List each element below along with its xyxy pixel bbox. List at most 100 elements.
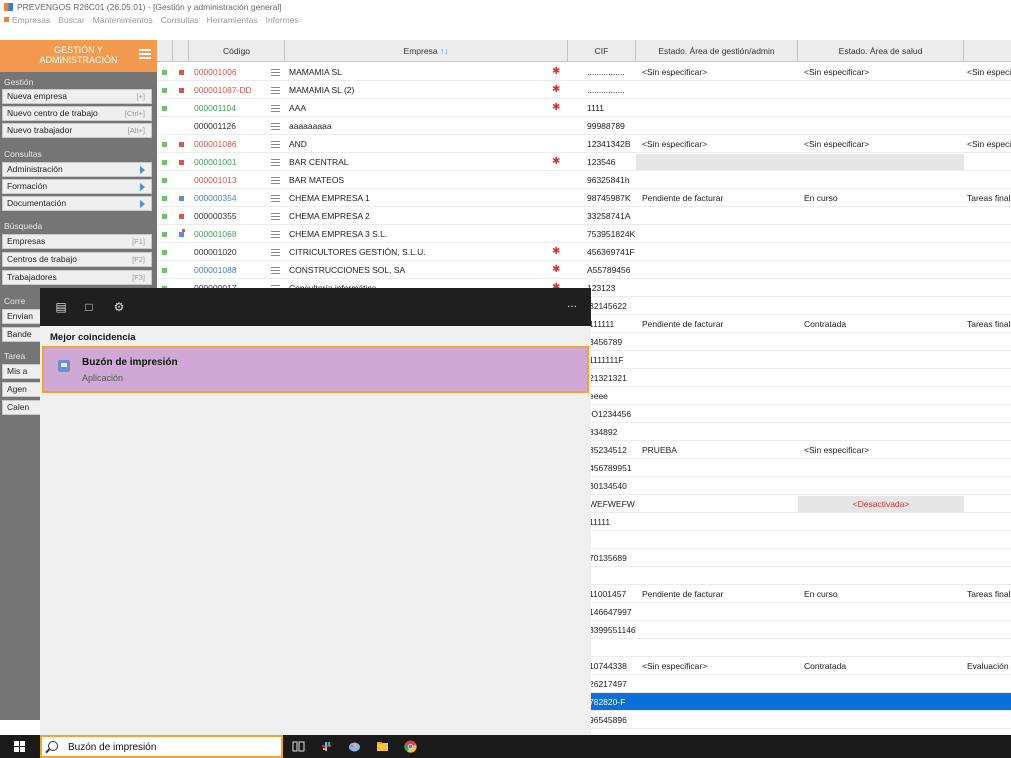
row-select-marker[interactable] <box>162 142 167 147</box>
trabajadores-search-button[interactable]: Trabajadores [F3] <box>2 270 152 285</box>
chrome-icon[interactable] <box>404 740 417 753</box>
documentacion-button[interactable]: Documentación <box>2 196 152 211</box>
row-cif: 70135689 <box>589 553 627 563</box>
table-row[interactable]: 000001086 AND 12341342B <Sin especificar> <S… <box>157 135 1011 153</box>
table-row[interactable]: 000001020 CITRICULTORES GESTIÓN, S.L.U. ✱ 4… <box>157 243 1011 261</box>
row-cif: 32145622 <box>589 301 627 311</box>
menu-herramientas[interactable]: Herramientas <box>207 15 258 25</box>
row-status-marker <box>179 160 184 165</box>
row-select-marker[interactable] <box>162 196 167 201</box>
nuevo-trabajador-button[interactable]: Nuevo trabajador [Alt+] <box>2 123 152 138</box>
row-select-marker[interactable] <box>162 268 167 273</box>
required-asterisk-icon: ✱ <box>552 246 561 257</box>
menu-mantenimientos[interactable]: Mantenimientos <box>93 15 153 25</box>
window-title-bar: PREVENGOS R26C01 (26.05.01) - [Gestión y… <box>0 0 1011 14</box>
best-match-result[interactable]: Buzón de impresión Aplicación <box>42 346 589 393</box>
hamburger-menu-icon[interactable] <box>139 49 151 61</box>
formacion-label: Formación <box>7 181 48 191</box>
expand-arrow-icon <box>140 166 145 174</box>
header-codigo[interactable]: Código <box>189 40 285 62</box>
row-cif: 11111 <box>589 517 611 527</box>
result-title: Buzón de impresión <box>82 357 178 368</box>
centros-search-button[interactable]: Centros de trabajo [F2] <box>2 252 152 267</box>
header-empresa[interactable]: Empresa ↑↓ <box>285 40 568 62</box>
documents-filter-icon[interactable]: □ <box>82 300 96 314</box>
expand-arrow-icon <box>140 200 145 208</box>
row-select-marker[interactable] <box>162 232 167 237</box>
nuevo-centro-button[interactable]: Nuevo centro de trabajo [Ctrl+] <box>2 106 152 121</box>
table-row[interactable]: 000001088 CONSTRUCCIONES SOL, SA ✱ A5578945… <box>157 261 1011 279</box>
header-estado-salud[interactable]: Estado. Área de salud <box>798 40 964 62</box>
row-cif <box>589 639 637 657</box>
header-estado-gestion[interactable]: Estado. Área de gestión/admin <box>636 40 798 62</box>
task-view-icon[interactable] <box>292 740 305 753</box>
row-select-marker[interactable] <box>162 106 167 111</box>
list-icon <box>271 123 280 132</box>
formacion-button[interactable]: Formación <box>2 179 152 194</box>
table-row[interactable]: 000001001 BAR CENTRAL ✱ 123546 <box>157 153 1011 171</box>
row-status-marker <box>179 70 184 75</box>
apps-filter-icon[interactable]: ▤ <box>54 300 68 314</box>
row-company: BAR CENTRAL <box>289 157 349 167</box>
windows-start-icon[interactable] <box>14 741 25 752</box>
slack-icon[interactable] <box>320 740 333 753</box>
row-estado-extra: Tareas finali <box>967 319 1011 329</box>
administracion-label: Administración <box>7 164 63 174</box>
row-cif: 1111 <box>587 103 605 113</box>
taskbar-search-box[interactable] <box>40 735 283 758</box>
row-company: CONSTRUCCIONES SOL, SA <box>289 265 406 275</box>
nueva-empresa-button[interactable]: Nueva empresa [+] <box>2 89 152 104</box>
row-cif: 35234512 <box>589 445 627 455</box>
empresas-label: Empresas <box>7 236 46 246</box>
empresas-search-button[interactable]: Empresas [F1] <box>2 234 152 249</box>
row-cif <box>589 567 637 585</box>
file-explorer-icon[interactable] <box>376 740 389 753</box>
row-company: AND <box>289 139 307 149</box>
taskbar-search-input[interactable] <box>68 739 278 755</box>
row-estado-gestion: Pendiente de facturar <box>642 193 724 203</box>
table-row[interactable]: 000001013 BAR MATEOS 96325841h <box>157 171 1011 189</box>
table-row[interactable]: 000000355 CHEMA EMPRESA 2 33258741A <box>157 207 1011 225</box>
header-extra[interactable] <box>964 40 1011 62</box>
row-estado-salud: <Sin especificar> <box>804 139 870 149</box>
row-select-marker[interactable] <box>162 88 167 93</box>
header-cif[interactable]: CIF <box>568 40 636 62</box>
sidebar-header-title: GESTIÓN Y ADMINISTRACIÓN <box>39 45 118 65</box>
list-icon <box>271 141 280 150</box>
best-match-label: Mejor coincidencia <box>50 332 136 343</box>
table-row[interactable]: 000001006 MAMAMIA SL ✱................ <Sin… <box>157 63 1011 81</box>
paint-icon[interactable] <box>348 740 361 753</box>
row-estado-salud: En curso <box>804 193 838 203</box>
row-company: CITRICULTORES GESTIÓN, S.L.U. <box>289 247 426 257</box>
row-company: BAR MATEOS <box>289 175 345 185</box>
more-options-icon[interactable]: ... <box>567 296 577 310</box>
table-row[interactable]: 000001068 CHEMA EMPRESA 3 S.L. 753951824K <box>157 225 1011 243</box>
table-row[interactable]: 000001126 aaaaaaaaa 99988789 <box>157 117 1011 135</box>
row-cif: 456369741F <box>587 247 635 257</box>
row-estado-gestion: Pendiente de facturar <box>642 319 724 329</box>
row-estado-gestion: <Sin especificar> <box>642 67 708 77</box>
header-select[interactable] <box>157 40 173 62</box>
app-logo-icon <box>4 3 13 11</box>
row-select-marker[interactable] <box>162 178 167 183</box>
list-icon <box>271 195 280 204</box>
row-status-marker <box>179 196 184 201</box>
table-row[interactable]: 000000354 CHEMA EMPRESA 1 98745987K Pendien… <box>157 189 1011 207</box>
row-select-marker[interactable] <box>162 70 167 75</box>
list-icon <box>271 177 280 186</box>
row-select-marker[interactable] <box>162 250 167 255</box>
administracion-button[interactable]: Administración <box>2 162 152 177</box>
table-row[interactable]: 000001104 AAA ✱ 1111 <box>157 99 1011 117</box>
menu-empresas[interactable]: Empresas <box>12 15 50 25</box>
row-cif: A55789456 <box>587 265 631 275</box>
shortcut-hint: [F2] <box>132 255 145 264</box>
menu-informes[interactable]: Informes <box>266 15 299 25</box>
table-row[interactable]: 000001087-DD MAMAMIA SL (2) ✱.............… <box>157 81 1011 99</box>
menu-consultas[interactable]: Consultas <box>161 15 199 25</box>
menu-buscar[interactable]: Buscar <box>58 15 84 25</box>
row-select-marker[interactable] <box>162 214 167 219</box>
row-select-marker[interactable] <box>162 160 167 165</box>
centros-label: Centros de trabajo <box>7 254 77 264</box>
settings-filter-icon[interactable]: ⚙ <box>112 300 126 314</box>
header-status[interactable] <box>173 40 189 62</box>
